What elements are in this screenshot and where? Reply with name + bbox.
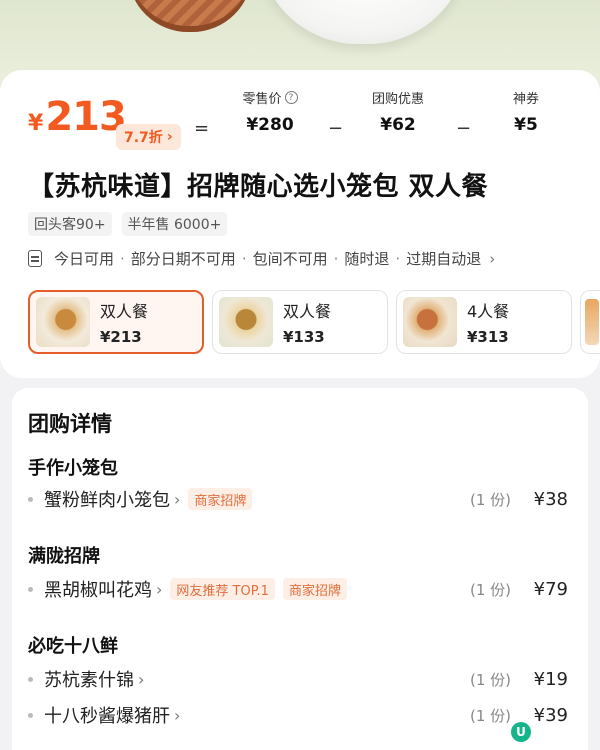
rule-item: 包间不可用 [252,250,328,268]
section-title: 手作小笼包 [28,458,118,479]
menu-item[interactable]: 十八秒酱爆猪肝 › (1 份) ¥39 [28,700,574,730]
chevron-right-icon: › [174,489,181,509]
menu-item-qty: (1 份) [470,490,512,509]
menu-item-name: 十八秒酱爆猪肝 [44,706,170,727]
help-circle-icon[interactable]: ? [284,91,298,104]
chevron-right-icon: › [489,249,496,268]
section-title: 必吃十八鲜 [28,636,118,657]
separator-dot: · [120,249,125,268]
badge-top-recommend: 网友推荐 TOP.1 [170,578,275,600]
separator-dot: · [395,249,401,268]
group-discount: 团购优惠 ¥62 [360,88,436,135]
package-price: ¥313 [467,328,509,346]
plate-image [258,0,468,44]
section-title: 满陇招牌 [28,546,100,567]
app-logo-icon[interactable]: U [511,722,531,742]
package-thumbnail [403,297,457,347]
rule-item: 部分日期不可用 [130,250,236,268]
deal-tags: 回头客90+ 半年售 6000+ [28,212,228,236]
badge-merchant-signature: 商家招牌 [188,488,253,510]
coupon-value: ¥5 [514,115,538,135]
badge-merchant-signature: 商家招牌 [282,578,347,600]
coupon-label: 神券 [512,92,539,107]
tag-half-year-sales: 半年售 6000+ [121,212,228,236]
group-discount-value: ¥62 [380,115,416,135]
deal-price-amount: 213 [45,94,126,140]
retail-price: 零售价 ? ¥280 [232,88,308,135]
tag-returning-customers: 回头客90+ [28,212,112,236]
deal-title: 【苏杭味道】招牌随心选小笼包 双人餐 [28,172,489,202]
menu-item-name: 黑胡椒叫花鸡 [44,580,152,601]
minus-sign: − [328,118,344,139]
deal-summary-card: ¥ 213 7.7折 › = 零售价 ? ¥280 − 团购优惠 ¥62 − 神… [0,70,600,378]
menu-item-price: ¥19 [533,668,568,690]
bullet [28,496,33,502]
deal-details-card: 团购详情 手作小笼包 蟹粉鲜肉小笼包 › 商家招牌 (1 份) ¥38 满陇招牌… [12,388,588,750]
menu-item-price: ¥79 [533,578,568,600]
rule-item: 今日可用 [54,250,115,268]
chevron-right-icon: › [156,579,163,599]
equals-sign: = [194,118,210,139]
menu-item-name: 蟹粉鲜肉小笼包 [44,490,170,511]
menu-item[interactable]: 黑胡椒叫花鸡 › 网友推荐 TOP.1 商家招牌 (1 份) ¥79 [28,574,574,604]
menu-item-qty: (1 份) [470,706,512,725]
package-option-selected[interactable]: 双人餐 ¥213 [28,290,204,354]
discount-label: 7.7折 [124,130,163,146]
separator-dot: · [241,249,247,268]
menu-item-price: ¥38 [533,488,568,510]
bullet [28,676,33,682]
chevron-right-icon: › [166,129,173,145]
steamer-basket-image [128,0,252,32]
menu-item-price: ¥39 [533,704,568,726]
minus-sign: − [456,118,472,139]
package-name: 双人餐 [283,302,332,321]
package-price: ¥133 [283,328,325,346]
chevron-right-icon: › [174,705,181,725]
bullet [28,712,33,718]
package-option[interactable]: 4人餐 ¥313 [396,290,572,354]
package-thumbnail [36,297,90,347]
menu-item-qty: (1 份) [470,580,512,599]
separator-dot: · [333,249,339,268]
menu-item[interactable]: 苏杭素什锦 › (1 份) ¥19 [28,664,574,694]
package-price: ¥213 [100,328,142,346]
package-option-partial[interactable] [580,290,600,354]
chevron-right-icon: › [138,669,145,689]
rule-item: 随时退 [344,250,390,268]
package-option[interactable]: 双人餐 ¥133 [212,290,388,354]
package-thumbnail [219,297,273,347]
menu-item-qty: (1 份) [470,670,512,689]
deal-price: ¥ 213 [28,94,127,140]
details-heading: 团购详情 [28,412,112,436]
usage-rules[interactable]: 今日可用 · 部分日期不可用 · 包间不可用 · 随时退 · 过期自动退 › [28,248,495,269]
package-selector: 双人餐 ¥213 双人餐 ¥133 4人餐 ¥313 [28,290,600,354]
price-breakdown: ¥ 213 7.7折 › = 零售价 ? ¥280 − 团购优惠 ¥62 − 神… [0,88,600,150]
package-name: 双人餐 [100,302,149,321]
currency-symbol: ¥ [28,111,44,136]
menu-item[interactable]: 蟹粉鲜肉小笼包 › 商家招牌 (1 份) ¥38 [28,484,574,514]
discount-pill[interactable]: 7.7折 › [116,124,181,150]
coupon-discount: 神券 ¥5 [494,88,558,135]
bullet [28,586,33,592]
retail-price-label: 零售价 [242,92,282,107]
menu-item-name: 苏杭素什锦 [44,670,134,691]
group-discount-label: 团购优惠 [371,92,424,107]
rule-item: 过期自动退 [406,250,482,268]
package-name: 4人餐 [467,302,510,321]
retail-price-value: ¥280 [246,115,294,135]
document-icon [28,250,42,267]
